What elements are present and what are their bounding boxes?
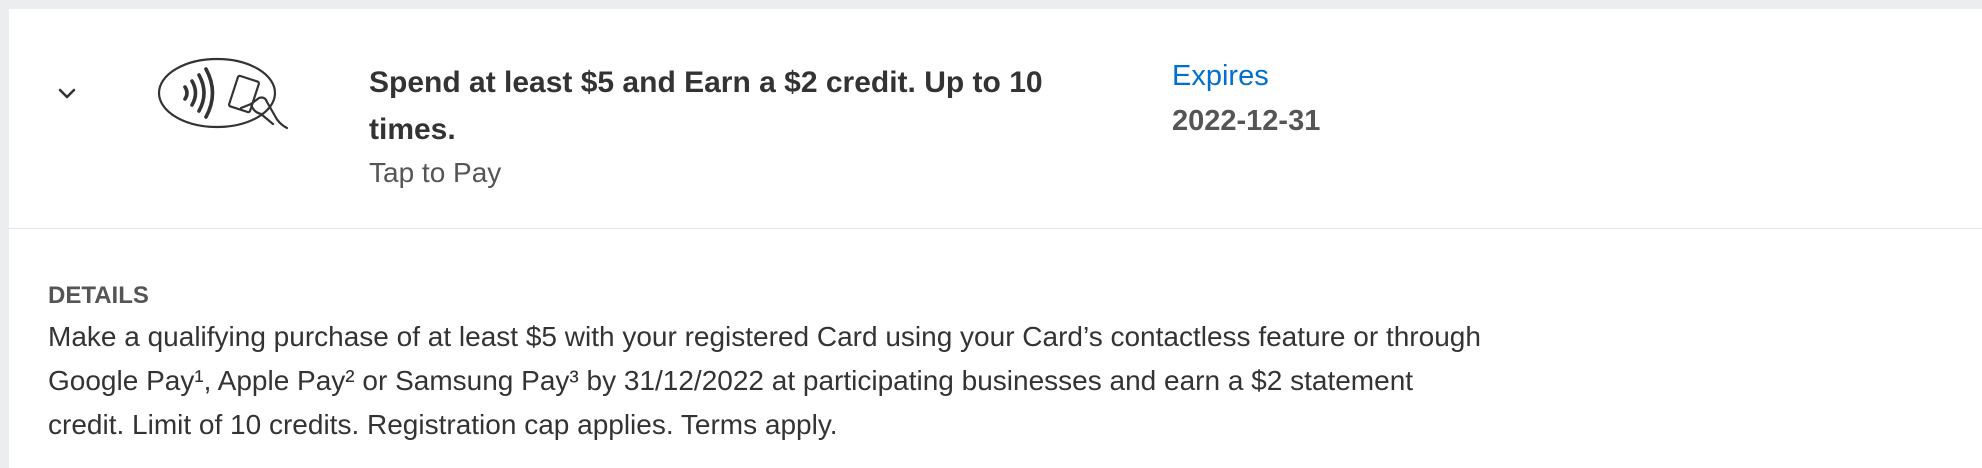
details-line: credit. Limit of 10 credits. Registratio… (48, 409, 838, 440)
details-heading: DETAILS (48, 282, 149, 309)
offer-title-line: times. (369, 113, 456, 146)
details-text: Make a qualifying purchase of at least $… (48, 315, 1648, 447)
offer-card: Spend at least $5 and Earn a $2 credit. … (9, 9, 1982, 468)
offer-category: Tap to Pay (369, 157, 502, 188)
offer-title: Spend at least $5 and Earn a $2 credit. … (369, 59, 1129, 153)
details-line: Google Pay¹, Apple Pay² or Samsung Pay³ … (48, 365, 1414, 396)
chevron-down-icon[interactable] (47, 75, 87, 115)
details-line: Make a qualifying purchase of at least $… (48, 321, 1481, 352)
offer-summary-row[interactable]: Spend at least $5 and Earn a $2 credit. … (9, 9, 1982, 229)
expires-date: 2022-12-31 (1172, 105, 1321, 137)
contactless-tap-to-pay-icon (155, 54, 297, 136)
expires-label: Expires (1172, 60, 1269, 92)
offer-title-line: Spend at least $5 and Earn a $2 credit. … (369, 66, 1043, 99)
